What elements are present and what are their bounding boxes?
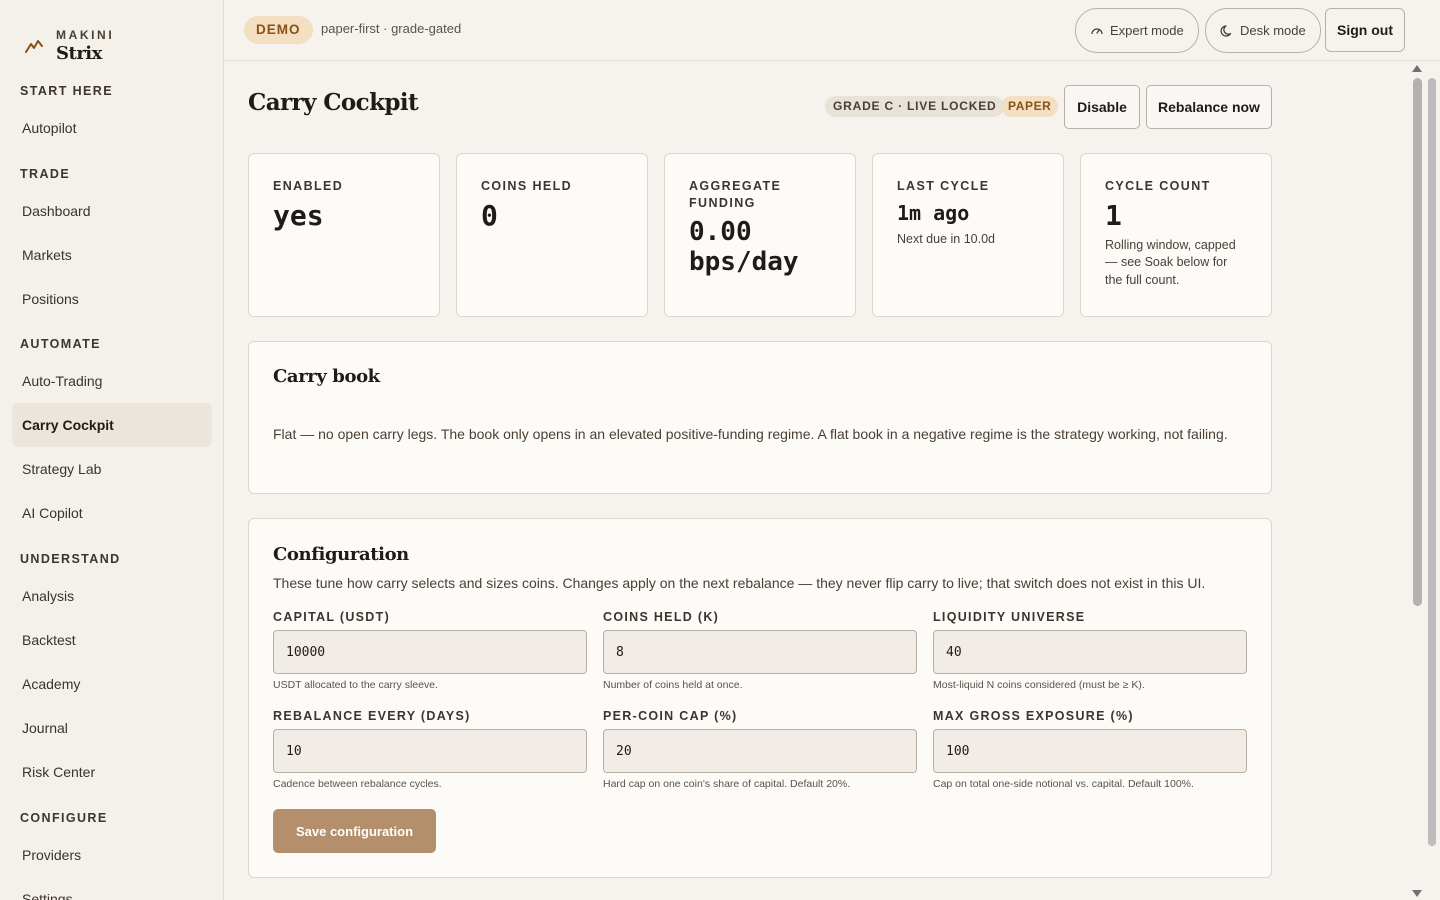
rebalance-now-button[interactable]: Rebalance now	[1146, 85, 1272, 129]
stat-label: CYCLE COUNT	[1105, 179, 1211, 193]
carry-book-text: Flat — no open carry legs. The book only…	[273, 426, 1228, 442]
sidebar-item-autopilot[interactable]: Autopilot	[12, 106, 212, 150]
sidebar-item-strategy-lab[interactable]: Strategy Lab	[12, 447, 212, 491]
capital-field: CAPITAL (USDT) USDT allocated to the car…	[273, 610, 587, 691]
stat-card-enabled: ENABLED yes	[248, 153, 440, 317]
sidebar-item-risk-center[interactable]: Risk Center	[12, 750, 212, 794]
coins-held-field: COINS HELD (K) Number of coins held at o…	[603, 610, 917, 691]
brand[interactable]: MAKINI Strix	[0, 0, 223, 72]
expert-mode-button[interactable]: Expert mode	[1075, 8, 1199, 53]
nav-section-automate: AUTOMATE	[20, 337, 101, 351]
sidebar-item-ai-copilot[interactable]: AI Copilot	[12, 491, 212, 535]
page-title: Carry Cockpit	[248, 89, 419, 116]
stat-value: yes	[273, 198, 324, 232]
field-label: CAPITAL (USDT)	[273, 610, 391, 624]
liquidity-universe-field: LIQUIDITY UNIVERSE Most-liquid N coins c…	[933, 610, 1247, 691]
rebalance-days-field: REBALANCE EVERY (DAYS) Cadence between r…	[273, 709, 587, 790]
brand-name: Strix	[56, 43, 102, 64]
sidebar-item-backtest[interactable]: Backtest	[12, 618, 212, 662]
max-gross-exposure-field: MAX GROSS EXPOSURE (%) Cap on total one-…	[933, 709, 1247, 790]
field-help: USDT allocated to the carry sleeve.	[273, 679, 438, 691]
scroll-down-icon[interactable]	[1412, 890, 1422, 897]
stat-note: Next due in 10.0d	[897, 231, 995, 246]
stat-card-coins-held: COINS HELD 0	[456, 153, 648, 317]
stat-note: Rolling window, capped — see Soak below …	[1105, 237, 1236, 287]
stat-value: 0.00 bps/day	[689, 217, 799, 277]
sidebar-item-markets[interactable]: Markets	[12, 233, 212, 277]
stat-card-last-cycle: LAST CYCLE 1m ago Next due in 10.0d	[872, 153, 1064, 317]
stat-label: LAST CYCLE	[897, 179, 990, 193]
desk-mode-button[interactable]: Desk mode	[1205, 8, 1321, 53]
carry-book-title: Carry book	[273, 366, 380, 387]
sidebar-item-carry-cockpit[interactable]: Carry Cockpit	[12, 403, 212, 447]
stat-label: COINS HELD	[481, 179, 573, 193]
field-label: PER-COIN CAP (%)	[603, 709, 738, 723]
field-help: Cadence between rebalance cycles.	[273, 778, 442, 790]
field-help: Number of coins held at once.	[603, 679, 743, 691]
scroll-up-icon[interactable]	[1412, 65, 1422, 72]
sidebar-item-analysis[interactable]: Analysis	[12, 574, 212, 618]
main-content: Carry Cockpit GRADE C · LIVE LOCKED PAPE…	[224, 61, 1410, 900]
field-help: Cap on total one-side notional vs. capit…	[933, 778, 1194, 790]
sidebar-item-journal[interactable]: Journal	[12, 706, 212, 750]
nav-section-start-here: START HERE	[20, 84, 113, 98]
scrollbar-thumb[interactable]	[1413, 78, 1422, 606]
capital-input[interactable]	[273, 630, 587, 674]
grade-badge: GRADE C · LIVE LOCKED	[825, 96, 1005, 117]
nav-section-understand: UNDERSTAND	[20, 552, 121, 566]
stat-value: 1	[1105, 198, 1122, 232]
trend-logo-icon	[24, 36, 44, 56]
expert-mode-label: Expert mode	[1110, 23, 1184, 38]
brand-kicker: MAKINI	[56, 28, 115, 42]
demo-badge: DEMO	[244, 16, 313, 44]
configuration-title: Configuration	[273, 544, 409, 565]
field-help: Most-liquid N coins considered (must be …	[933, 679, 1145, 691]
desk-mode-label: Desk mode	[1240, 23, 1306, 38]
stat-label: ENABLED	[273, 179, 344, 193]
coins-held-input[interactable]	[603, 630, 917, 674]
stat-card-cycle-count: CYCLE COUNT 1 Rolling window, capped — s…	[1080, 153, 1272, 317]
field-label: REBALANCE EVERY (DAYS)	[273, 709, 471, 723]
sidebar: MAKINI Strix START HERE Autopilot TRADE …	[0, 0, 224, 900]
disable-button[interactable]: Disable	[1064, 85, 1140, 129]
sidebar-item-academy[interactable]: Academy	[12, 662, 212, 706]
stat-value: 0	[481, 198, 498, 232]
per-coin-cap-input[interactable]	[603, 729, 917, 773]
sidebar-item-settings[interactable]: Settings	[12, 877, 212, 900]
field-help: Hard cap on one coin's share of capital.…	[603, 778, 851, 790]
sidebar-item-dashboard[interactable]: Dashboard	[12, 189, 212, 233]
paper-badge: PAPER	[1001, 96, 1059, 117]
carry-book-panel: Carry book Flat — no open carry legs. Th…	[248, 341, 1272, 494]
field-label: COINS HELD (K)	[603, 610, 720, 624]
nav-section-trade: TRADE	[20, 167, 71, 181]
field-label: LIQUIDITY UNIVERSE	[933, 610, 1086, 624]
main-scrollbar[interactable]	[1410, 61, 1440, 900]
liquidity-universe-input[interactable]	[933, 630, 1247, 674]
topbar: DEMO paper-first · grade-gated Expert mo…	[224, 0, 1440, 61]
sidebar-item-positions[interactable]: Positions	[12, 277, 212, 321]
configuration-description: These tune how carry selects and sizes c…	[273, 575, 1206, 591]
stat-label: AGGREGATE FUNDING	[689, 179, 782, 210]
sidebar-item-providers[interactable]: Providers	[12, 833, 212, 877]
save-configuration-button[interactable]: Save configuration	[273, 809, 436, 853]
per-coin-cap-field: PER-COIN CAP (%) Hard cap on one coin's …	[603, 709, 917, 790]
stat-value: 1m ago	[897, 200, 970, 225]
stat-card-aggregate-funding: AGGREGATE FUNDING 0.00 bps/day	[664, 153, 856, 317]
sidebar-item-auto-trading[interactable]: Auto-Trading	[12, 359, 212, 403]
page-scrollbar[interactable]	[1428, 61, 1436, 900]
moon-icon	[1220, 24, 1234, 38]
gauge-icon	[1090, 24, 1104, 38]
rebalance-days-input[interactable]	[273, 729, 587, 773]
sign-out-button[interactable]: Sign out	[1325, 8, 1405, 52]
nav-section-configure: CONFIGURE	[20, 811, 108, 825]
max-gross-exposure-input[interactable]	[933, 729, 1247, 773]
topbar-subtitle: paper-first · grade-gated	[321, 21, 462, 36]
configuration-panel: Configuration These tune how carry selec…	[248, 518, 1272, 878]
field-label: MAX GROSS EXPOSURE (%)	[933, 709, 1134, 723]
